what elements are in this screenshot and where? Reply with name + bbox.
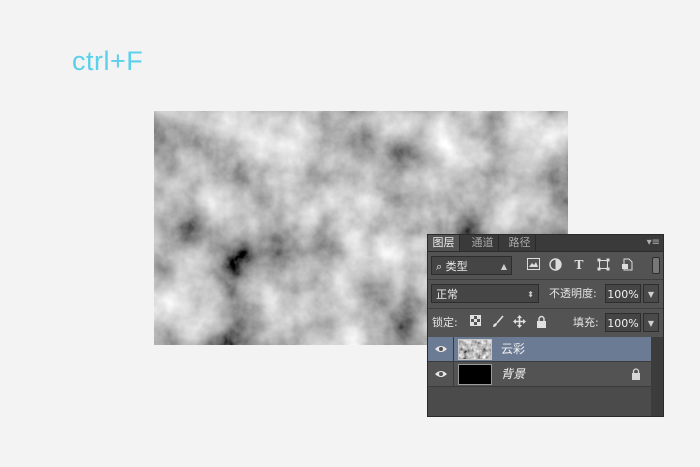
layer-row-background[interactable]: 背景 — [428, 362, 651, 387]
lock-label: 锁定: — [432, 316, 458, 329]
lock-transparent-icon[interactable] — [469, 315, 482, 328]
blend-mode-label: 正常 — [436, 288, 458, 301]
divider — [428, 279, 663, 280]
fill-dropdown-arrow[interactable]: ▼ — [643, 313, 659, 332]
blend-row: 正常 ⬍ 不透明度: 100% ▼ — [428, 282, 663, 306]
image-filter-icon[interactable] — [526, 258, 540, 272]
layer-name: 背景 — [501, 367, 526, 381]
opacity-label: 不透明度: — [549, 287, 597, 300]
smart-object-filter-icon[interactable] — [620, 258, 634, 272]
filter-kind-label: 类型 — [445, 260, 468, 273]
shape-filter-icon[interactable] — [596, 258, 610, 272]
caption-shortcut: ctrl+F — [72, 46, 144, 76]
layer-row-clouds[interactable]: 云彩 — [428, 337, 651, 362]
layer-name: 云彩 — [501, 342, 526, 356]
lock-all-icon[interactable] — [535, 315, 548, 328]
panel-menu-icon[interactable]: ▾≡ — [647, 237, 660, 249]
filter-row: ⌕ 类型 ▲ T — [428, 255, 663, 277]
visibility-toggle[interactable] — [428, 337, 454, 362]
layers-panel: 图层 通道 路径 ▾≡ ⌕ 类型 ▲ T 正常 ⬍ 不透明度: 100% ▼ 锁… — [427, 234, 664, 417]
lock-row: 锁定: 填充: 100% ▼ — [428, 311, 663, 335]
opacity-dropdown-arrow[interactable]: ▼ — [643, 284, 659, 303]
chevron-updown-icon: ⬍ — [527, 290, 534, 299]
layer-thumbnail — [458, 364, 492, 385]
eye-icon — [435, 371, 447, 377]
visibility-toggle[interactable] — [428, 362, 454, 387]
search-icon: ⌕ — [436, 260, 443, 273]
blend-mode-dropdown[interactable]: 正常 ⬍ — [431, 284, 539, 303]
layers-scrollbar[interactable] — [651, 337, 663, 416]
adjustment-filter-icon[interactable] — [548, 258, 562, 272]
panel-tabbar: 图层 通道 路径 ▾≡ — [428, 235, 663, 252]
fill-input[interactable]: 100% — [605, 313, 641, 332]
lock-image-icon[interactable] — [491, 315, 504, 328]
fill-label: 填充: — [573, 316, 599, 329]
divider — [428, 308, 663, 309]
tab-channels[interactable]: 通道 — [467, 235, 499, 251]
filter-kind-dropdown[interactable]: ⌕ 类型 ▲ — [431, 256, 512, 275]
chevron-updown-icon: ▲ — [500, 262, 507, 271]
layer-thumbnail — [458, 339, 492, 360]
tab-layers[interactable]: 图层 — [428, 235, 460, 251]
filter-toggle-switch[interactable] — [652, 257, 660, 274]
opacity-input[interactable]: 100% — [605, 284, 641, 303]
tab-paths[interactable]: 路径 — [504, 235, 536, 251]
eye-icon — [435, 346, 447, 352]
lock-position-icon[interactable] — [513, 315, 526, 328]
lock-icon — [632, 368, 640, 380]
layers-list: 云彩 背景 — [428, 337, 663, 416]
type-filter-icon[interactable]: T — [572, 258, 586, 272]
